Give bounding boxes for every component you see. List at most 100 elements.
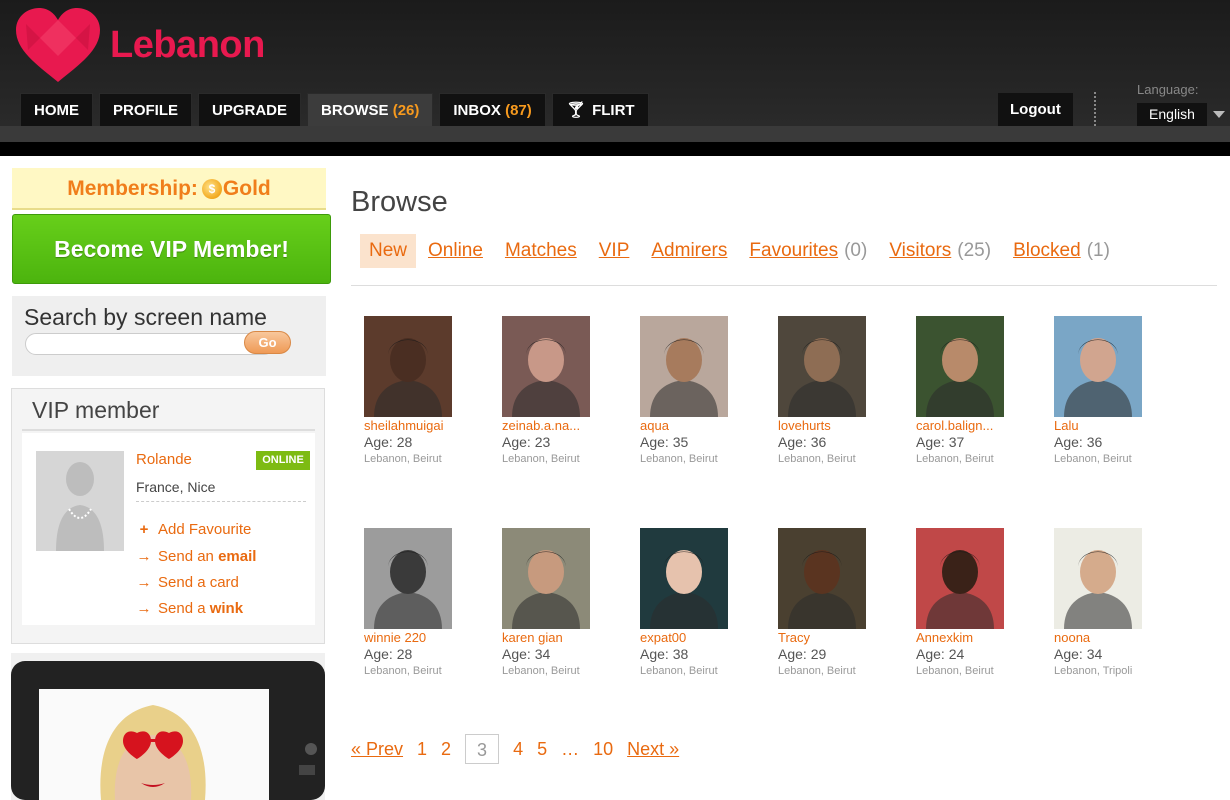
profile-card[interactable]: carol.balign... Age: 37 Lebanon, Beirut: [916, 316, 1046, 486]
profile-name[interactable]: winnie 220: [364, 630, 489, 645]
nav-profile[interactable]: PROFILE: [99, 93, 193, 126]
profile-card[interactable]: aqua Age: 35 Lebanon, Beirut: [640, 316, 770, 486]
profile-age: Age: 29: [778, 646, 827, 662]
language-select[interactable]: English: [1137, 103, 1207, 126]
tab-new[interactable]: New: [360, 234, 417, 268]
profile-name[interactable]: expat00: [640, 630, 765, 645]
tab-favourites-label: Favourites: [749, 240, 839, 261]
online-status-badge: ONLINE: [256, 451, 310, 470]
profile-name[interactable]: carol.balign...: [916, 418, 1041, 433]
profile-photo[interactable]: [364, 528, 452, 629]
profile-photo[interactable]: [916, 528, 1004, 629]
profile-card[interactable]: Tracy Age: 29 Lebanon, Beirut: [778, 528, 908, 698]
profile-photo[interactable]: [364, 316, 452, 417]
tab-favourites[interactable]: Favourites (0): [749, 240, 867, 262]
pagination-ellipsis: …: [561, 738, 580, 759]
tab-online[interactable]: Online: [428, 240, 483, 262]
nav-inbox[interactable]: INBOX (87): [439, 93, 546, 126]
prev-page-link[interactable]: « Prev: [351, 739, 403, 760]
page-link[interactable]: 5: [537, 739, 547, 760]
profile-card[interactable]: noona Age: 34 Lebanon, Tripoli: [1054, 528, 1184, 698]
profile-name[interactable]: Annexkim: [916, 630, 1041, 645]
profile-card[interactable]: zeinab.a.na... Age: 23 Lebanon, Beirut: [502, 316, 632, 486]
page-link[interactable]: 1: [417, 739, 427, 760]
profile-name[interactable]: noona: [1054, 630, 1179, 645]
profile-photo[interactable]: [778, 528, 866, 629]
profile-name[interactable]: sheilahmuigai: [364, 418, 489, 433]
profile-card[interactable]: lovehurts Age: 36 Lebanon, Beirut: [778, 316, 908, 486]
profile-card[interactable]: winnie 220 Age: 28 Lebanon, Beirut: [364, 528, 494, 698]
site-logo-text[interactable]: Lebanon: [110, 24, 265, 67]
nav-home[interactable]: HOME: [20, 93, 93, 126]
profile-photo[interactable]: [1054, 528, 1142, 629]
language-label: Language:: [1137, 82, 1199, 97]
profile-card[interactable]: sheilahmuigai Age: 28 Lebanon, Beirut: [364, 316, 494, 486]
page-link[interactable]: 10: [593, 739, 613, 760]
nav-browse[interactable]: BROWSE (26): [307, 93, 434, 126]
tab-matches[interactable]: Matches: [505, 240, 577, 262]
nav-inbox-label: INBOX: [453, 102, 501, 119]
profile-card[interactable]: karen gian Age: 34 Lebanon, Beirut: [502, 528, 632, 698]
profile-photo[interactable]: [502, 528, 590, 629]
profile-card[interactable]: expat00 Age: 38 Lebanon, Beirut: [640, 528, 770, 698]
nav-flirt[interactable]: 🍸︎ FLIRT: [551, 93, 649, 126]
avatar-placeholder[interactable]: [36, 451, 124, 551]
vip-member-location: France, Nice: [136, 479, 216, 495]
send-email-link[interactable]: → Send an email: [136, 548, 257, 565]
send-wink-link[interactable]: → Send a wink: [136, 600, 244, 617]
action-bold: email: [218, 548, 257, 565]
profile-card[interactable]: Lalu Age: 36 Lebanon, Beirut: [1054, 316, 1184, 486]
page-link[interactable]: 2: [441, 739, 451, 760]
add-favourite-link[interactable]: + Add Favourite: [136, 521, 252, 538]
profile-name[interactable]: zeinab.a.na...: [502, 418, 627, 433]
tab-admirers[interactable]: Admirers: [651, 240, 727, 262]
screen-name-input[interactable]: [25, 333, 275, 355]
profile-photo[interactable]: [1054, 316, 1142, 417]
profile-location: Lebanon, Beirut: [916, 665, 994, 677]
profile-age: Age: 23: [502, 434, 551, 450]
logout-button[interactable]: Logout: [998, 93, 1073, 126]
send-card-link[interactable]: → Send a card: [136, 574, 239, 591]
divider: [22, 429, 315, 431]
profile-location: Lebanon, Beirut: [502, 453, 580, 465]
next-page-link[interactable]: Next »: [627, 739, 679, 760]
tab-visitors[interactable]: Visitors (25): [889, 240, 991, 262]
profile-age: Age: 24: [916, 646, 965, 662]
profile-name[interactable]: Tracy: [778, 630, 903, 645]
profile-photo[interactable]: [640, 528, 728, 629]
nav-flirt-label: FLIRT: [592, 102, 635, 119]
divider: [136, 501, 306, 502]
camera-promo-illustration: [11, 653, 325, 800]
nav-inbox-count: (87): [505, 102, 532, 119]
tab-visitors-count: (25): [957, 240, 992, 261]
vip-member-name[interactable]: Rolande: [136, 451, 192, 468]
profile-location: Lebanon, Beirut: [1054, 453, 1132, 465]
profile-photo[interactable]: [778, 316, 866, 417]
profile-photo[interactable]: [916, 316, 1004, 417]
page-link[interactable]: 4: [513, 739, 523, 760]
profile-location: Lebanon, Beirut: [778, 665, 856, 677]
tab-blocked[interactable]: Blocked (1): [1013, 240, 1110, 262]
vip-panel-title: VIP member: [32, 397, 160, 423]
profile-photo[interactable]: [502, 316, 590, 417]
profile-age: Age: 38: [640, 646, 689, 662]
plus-icon: +: [139, 521, 149, 538]
profile-card[interactable]: Annexkim Age: 24 Lebanon, Beirut: [916, 528, 1046, 698]
profile-name[interactable]: karen gian: [502, 630, 627, 645]
profile-location: Lebanon, Beirut: [916, 453, 994, 465]
heart-logo-icon[interactable]: [16, 8, 100, 84]
profile-name[interactable]: aqua: [640, 418, 765, 433]
search-title: Search by screen name: [24, 304, 267, 330]
search-go-button[interactable]: Go: [244, 331, 291, 354]
profile-age: Age: 36: [1054, 434, 1103, 450]
tab-vip[interactable]: VIP: [599, 240, 630, 262]
profile-age: Age: 28: [364, 434, 413, 450]
become-vip-button[interactable]: Become VIP Member!: [12, 214, 331, 284]
chevron-down-icon[interactable]: [1213, 111, 1225, 118]
profile-name[interactable]: lovehurts: [778, 418, 903, 433]
profile-name[interactable]: Lalu: [1054, 418, 1179, 433]
nav-upgrade[interactable]: UPGRADE: [198, 93, 302, 126]
header-divider: [1094, 92, 1098, 126]
profile-photo[interactable]: [640, 316, 728, 417]
promo-banner-image[interactable]: [11, 653, 325, 800]
